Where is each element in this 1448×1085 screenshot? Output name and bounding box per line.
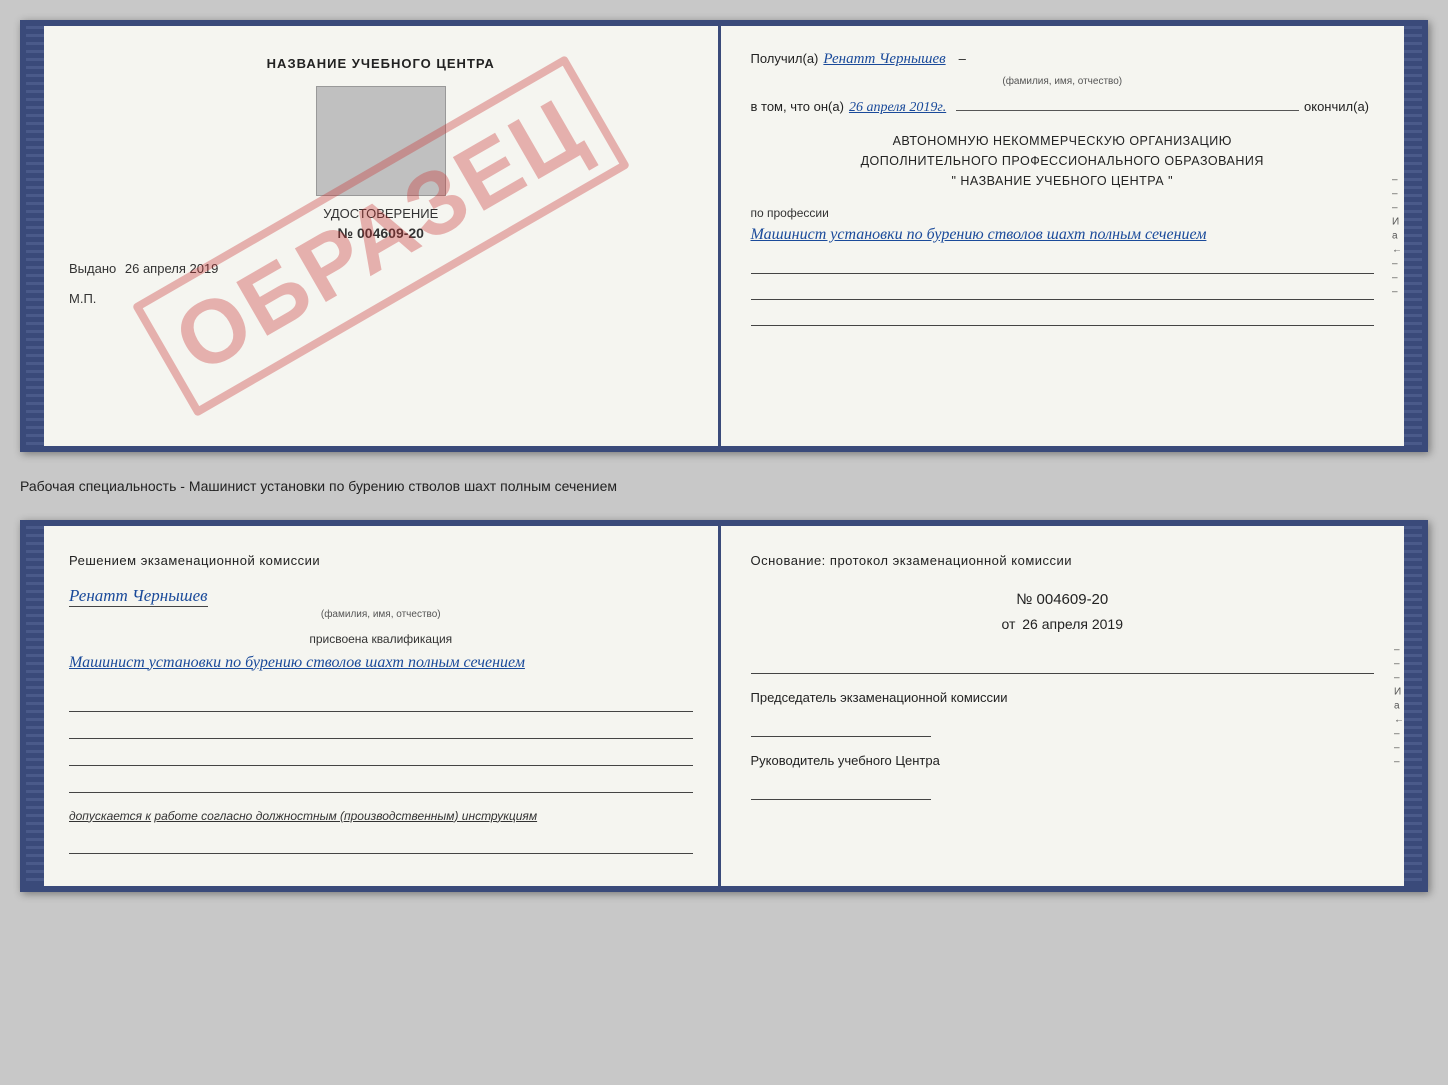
dopuskaetsya-value: работе согласно должностным (производств… [154,809,537,823]
org-line1: АВТОНОМНУЮ НЕКОММЕРЧЕСКУЮ ОРГАНИЗАЦИЮ [751,131,1375,151]
line-row-1 [751,252,1375,274]
bottom-name-block: Ренатт Чернышев (фамилия, имя, отчество) [69,586,693,620]
side-indicators-bottom: – – – И а ← – – – [1394,645,1404,768]
bottom-line-4 [69,771,693,793]
top-document: НАЗВАНИЕ УЧЕБНОГО ЦЕНТРА УДОСТОВЕРЕНИЕ №… [20,20,1428,452]
top-doc-left-page: НАЗВАНИЕ УЧЕБНОГО ЦЕНТРА УДОСТОВЕРЕНИЕ №… [44,26,721,446]
proto-date-value: 26 апреля 2019 [1022,616,1123,632]
fio-sub-top: (фамилия, имя, отчество) [751,76,1375,87]
org-block: АВТОНОМНУЮ НЕКОММЕРЧЕСКУЮ ОРГАНИЗАЦИЮ ДО… [751,131,1375,191]
cert-title: НАЗВАНИЕ УЧЕБНОГО ЦЕНТРА [69,56,693,71]
rukovoditel-block: Руководитель учебного Центра [751,752,1375,800]
rukovoditel-label: Руководитель учебного Центра [751,752,1375,770]
kvalifikacia-value: Машинист установки по бурению стволов ша… [69,651,693,675]
dash-line1 [956,110,1299,111]
cert-mp: М.П. [69,291,693,306]
doc-spine-bottom-right [1404,526,1422,886]
org-line2: ДОПОЛНИТЕЛЬНОГО ПРОФЕССИОНАЛЬНОГО ОБРАЗО… [751,151,1375,171]
dopuskaetsya-label: допускается к [69,809,151,823]
proto-number: № 004609-20 [751,591,1375,608]
poluchil-label: Получил(а) [751,51,819,66]
bottom-fio-sub: (фамилия, имя, отчество) [69,609,693,620]
rukovoditel-sign-line [751,778,931,800]
poluchil-name: Ренатт Чернышев [823,51,945,68]
predsedatel-block: Председатель экзаменационной комиссии [751,689,1375,737]
top-doc-right-page: Получил(а) Ренатт Чернышев – (фамилия, и… [721,26,1405,446]
bottom-line-1 [69,690,693,712]
vtom-line: в том, что он(а) 26 апреля 2019г. окончи… [751,99,1375,116]
predsedatel-label: Председатель экзаменационной комиссии [751,689,1375,707]
doc-spine-right-top [1404,26,1422,446]
specialty-label: Рабочая специальность - Машинист установ… [20,470,1428,502]
proto-date: от 26 апреля 2019 [751,616,1375,632]
bottom-line-2 [69,717,693,739]
right-lines-area [751,252,1375,326]
line-row-2 [751,278,1375,300]
profession-value: Машинист установки по бурению стволов ша… [751,223,1375,247]
vydano-label: Выдано [69,261,116,276]
predsedatel-sign-line [751,715,931,737]
okonchil-label: окончил(а) [1304,99,1369,114]
bottom-document: Решением экзаменационной комиссии Ренатт… [20,520,1428,892]
dash1: – [959,51,966,66]
bottom-doc-right-page: Основание: протокол экзаменационной коми… [721,526,1405,886]
vtom-label: в том, что он(а) [751,99,844,114]
doc-spine-bottom-left [26,526,44,886]
bottom-name: Ренатт Чернышев [69,586,208,607]
bottom-line-3 [69,744,693,766]
bottom-doc-left-page: Решением экзаменационной комиссии Ренатт… [44,526,721,886]
right-dash-line [751,652,1375,674]
dopuskaetsya-block: допускается к работе согласно должностны… [69,808,693,825]
cert-photo-area [316,86,446,196]
page-wrapper: НАЗВАНИЕ УЧЕБНОГО ЦЕНТРА УДОСТОВЕРЕНИЕ №… [20,20,1428,892]
po-professii-label: по профессии [751,206,1375,220]
line-row-3 [751,304,1375,326]
vydano-date: 26 апреля 2019 [125,261,219,276]
vtom-date: 26 апреля 2019г. [849,100,946,116]
bottom-line-final [69,832,693,854]
poluchil-line: Получил(а) Ренатт Чернышев – [751,51,1375,68]
org-line3: " НАЗВАНИЕ УЧЕБНОГО ЦЕНТРА " [751,171,1375,191]
side-indicators-top: – – – И а ← – – – [1392,175,1404,298]
ot-label: от [1001,616,1015,632]
cert-vydano: Выдано 26 апреля 2019 [69,261,693,276]
cert-udostoverenie-label: УДОСТОВЕРЕНИЕ [69,206,693,221]
doc-spine-left [26,26,44,446]
cert-number: № 004609-20 [69,225,693,241]
komissia-title: Решением экзаменационной комиссии [69,551,693,571]
prisvoena-label: присвоена квалификация [69,632,693,646]
osnov-title: Основание: протокол экзаменационной коми… [751,551,1375,571]
